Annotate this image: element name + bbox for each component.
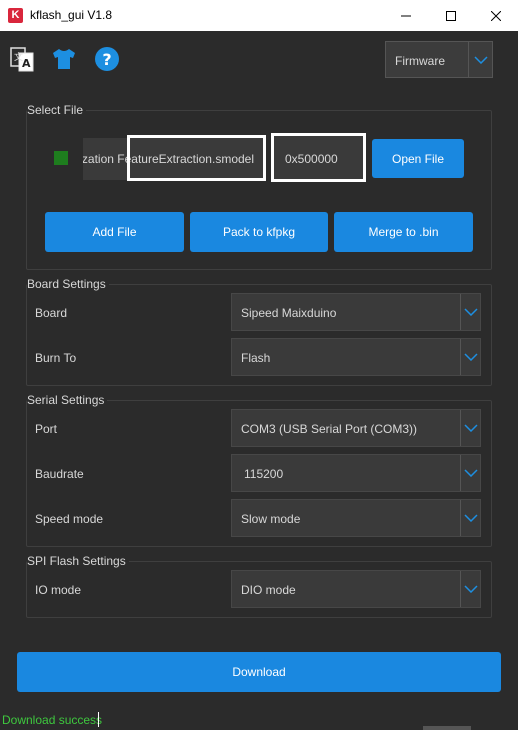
board-select[interactable]: Sipeed Maixduino bbox=[231, 293, 481, 331]
burn-to-select[interactable]: Flash bbox=[231, 338, 481, 376]
language-button[interactable]: 文 A bbox=[8, 44, 36, 74]
port-select[interactable]: COM3 (USB Serial Port (COM3)) bbox=[231, 409, 481, 447]
skin-button[interactable] bbox=[50, 44, 78, 74]
chevron-down-icon bbox=[460, 339, 480, 375]
baudrate-label: Baudrate bbox=[35, 467, 84, 481]
maximize-button[interactable] bbox=[428, 0, 474, 31]
port-label: Port bbox=[35, 422, 58, 436]
firmware-label: Firmware bbox=[395, 54, 445, 68]
window-title: kflash_gui V1.8 bbox=[30, 8, 113, 22]
file-enabled-indicator[interactable] bbox=[54, 151, 68, 165]
board-settings-title: Board Settings bbox=[27, 277, 109, 291]
status-scroll-indicator bbox=[423, 726, 471, 730]
text-cursor bbox=[98, 712, 99, 727]
chevron-down-icon bbox=[460, 455, 480, 491]
download-button[interactable]: Download bbox=[17, 652, 501, 692]
open-file-button[interactable]: Open File bbox=[372, 139, 464, 178]
chevron-down-icon bbox=[460, 294, 480, 330]
firmware-select[interactable]: Firmware bbox=[385, 41, 493, 78]
minimize-icon bbox=[401, 15, 411, 16]
status-text: Download success bbox=[2, 713, 103, 727]
baudrate-value: 115200 bbox=[244, 467, 284, 481]
io-mode-select[interactable]: DIO mode bbox=[231, 570, 481, 608]
address-text: 0x500000 bbox=[285, 152, 338, 166]
chevron-down-icon bbox=[460, 500, 480, 536]
chevron-down-icon bbox=[468, 42, 492, 77]
burn-to-value: Flash bbox=[241, 351, 271, 365]
svg-text:A: A bbox=[22, 57, 31, 70]
close-icon bbox=[491, 10, 501, 21]
chevron-down-icon bbox=[460, 410, 480, 446]
svg-text:?: ? bbox=[102, 50, 111, 69]
merge-bin-button[interactable]: Merge to .bin bbox=[334, 212, 473, 252]
maximize-icon bbox=[446, 10, 456, 21]
address-field[interactable]: 0x500000 bbox=[271, 133, 366, 182]
file-path-highlight bbox=[127, 135, 266, 181]
title-bar: K kflash_gui V1.8 bbox=[0, 0, 518, 31]
spi-settings-title: SPI Flash Settings bbox=[27, 554, 129, 568]
help-icon: ? bbox=[95, 47, 119, 71]
close-button[interactable] bbox=[473, 0, 518, 31]
select-file-title: Select File bbox=[27, 103, 87, 117]
serial-settings-title: Serial Settings bbox=[27, 393, 108, 407]
help-button[interactable]: ? bbox=[93, 44, 121, 74]
speed-mode-label: Speed mode bbox=[35, 512, 104, 526]
burn-to-label: Burn To bbox=[35, 351, 77, 365]
baudrate-select[interactable]: 115200 bbox=[231, 454, 481, 492]
io-mode-value: DIO mode bbox=[241, 583, 296, 597]
language-icon: 文 A bbox=[10, 47, 34, 72]
board-value: Sipeed Maixduino bbox=[241, 306, 337, 320]
speed-mode-value: Slow mode bbox=[241, 512, 301, 526]
tshirt-icon bbox=[53, 49, 75, 69]
port-value: COM3 (USB Serial Port (COM3)) bbox=[241, 422, 418, 436]
add-file-button[interactable]: Add File bbox=[45, 212, 184, 252]
pack-kfpkg-button[interactable]: Pack to kfpkg bbox=[190, 212, 328, 252]
speed-mode-select[interactable]: Slow mode bbox=[231, 499, 481, 537]
board-label: Board bbox=[35, 306, 68, 320]
chevron-down-icon bbox=[460, 571, 480, 607]
app-icon: K bbox=[8, 8, 23, 23]
io-mode-label: IO mode bbox=[35, 583, 82, 597]
minimize-button[interactable] bbox=[383, 0, 429, 31]
